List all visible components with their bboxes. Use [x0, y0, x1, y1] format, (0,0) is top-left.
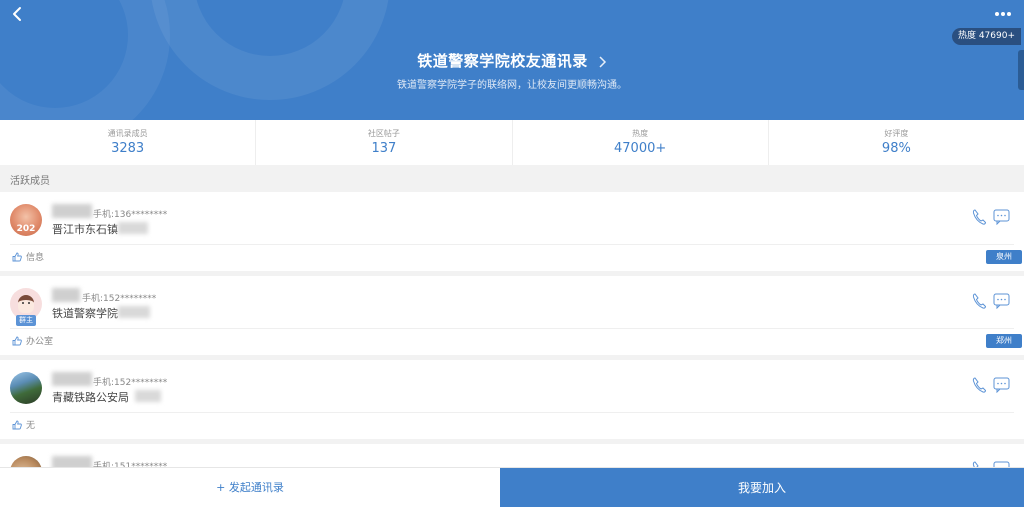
- back-chevron-icon[interactable]: [8, 4, 28, 24]
- member-org: 晋江市东石镇: [52, 223, 118, 236]
- more-dots-icon[interactable]: [992, 4, 1014, 24]
- member-card[interactable]: 手机:151********: [0, 444, 1024, 467]
- hot-badge: 热度 47690+: [951, 28, 1021, 45]
- city-tag[interactable]: 泉州: [986, 250, 1022, 264]
- member-card[interactable]: 群主 手机:152******** 铁道警察学院 办公室 郑州: [0, 276, 1024, 355]
- member-tag-row[interactable]: 无: [12, 418, 35, 431]
- member-org-redacted: [118, 222, 148, 234]
- stat-label: 社区帖子: [367, 129, 400, 138]
- member-org: 青藏铁路公安局: [52, 391, 129, 404]
- avatar[interactable]: [10, 456, 42, 467]
- phone-icon[interactable]: [972, 209, 986, 225]
- stat-members[interactable]: 通讯录成员 3283: [0, 120, 257, 165]
- section-label-active-members: 活跃成员: [10, 176, 50, 187]
- group-title: 铁道警察学院校友通讯录: [417, 52, 588, 70]
- city-tag[interactable]: 郑州: [986, 334, 1022, 348]
- member-card[interactable]: 手机:152******** 青藏铁路公安局 无: [0, 360, 1024, 439]
- member-name-redacted: [52, 372, 92, 386]
- chevron-right-icon: [599, 55, 606, 68]
- start-directory-button[interactable]: + 发起通讯录: [0, 468, 500, 507]
- stat-heat[interactable]: 热度 47000+: [513, 120, 769, 165]
- card-divider: [10, 328, 1014, 329]
- member-org-redacted: [135, 390, 161, 402]
- member-card[interactable]: 202 手机:136******** 晋江市东石镇 信息 泉州: [0, 192, 1024, 271]
- member-name-redacted: [52, 204, 92, 218]
- stat-value: 3283: [111, 141, 145, 156]
- phone-icon[interactable]: [972, 293, 986, 309]
- stat-value: 47000+: [614, 141, 667, 156]
- member-phone: 手机:136********: [93, 210, 168, 220]
- message-icon[interactable]: [993, 293, 1010, 309]
- phone-icon[interactable]: [972, 377, 986, 393]
- bottom-action-bar: + 发起通讯录 我要加入: [0, 467, 1024, 507]
- thumbs-up-icon: [12, 420, 22, 429]
- member-phone: 手机:152********: [93, 378, 168, 388]
- member-phone: 手机:151********: [93, 462, 168, 467]
- group-header: 热度 47690+ 铁道警察学院校友通讯录 铁道警察学院学子的联络网，让校友间更…: [0, 0, 1024, 120]
- member-tag-row[interactable]: 信息: [12, 250, 44, 263]
- stat-rating[interactable]: 好评度 98%: [769, 120, 1024, 165]
- card-divider: [10, 412, 1014, 413]
- member-name-redacted: [52, 288, 80, 302]
- group-title-link[interactable]: 铁道警察学院校友通讯录: [0, 50, 1024, 71]
- stats-bar: 通讯录成员 3283 社区帖子 137 热度 47000+ 好评度 98%: [0, 120, 1024, 165]
- avatar[interactable]: [10, 372, 42, 404]
- member-tag-row[interactable]: 办公室: [12, 334, 53, 347]
- member-tag: 无: [26, 421, 36, 431]
- message-icon[interactable]: [993, 209, 1010, 225]
- thumbs-up-icon: [12, 252, 22, 261]
- stat-posts[interactable]: 社区帖子 137: [256, 120, 513, 165]
- stat-value: 137: [371, 141, 397, 156]
- member-org-redacted: [118, 306, 150, 318]
- owner-badge: 群主: [16, 315, 36, 326]
- thumbs-up-icon: [12, 336, 22, 345]
- stat-label: 热度: [632, 129, 649, 138]
- member-tag: 信息: [26, 253, 45, 263]
- member-tag: 办公室: [26, 337, 54, 347]
- join-button[interactable]: 我要加入: [500, 468, 1024, 507]
- card-divider: [10, 244, 1014, 245]
- member-name-redacted: [52, 456, 92, 467]
- avatar[interactable]: 202: [10, 204, 42, 236]
- group-subtitle: 铁道警察学院学子的联络网，让校友间更顺畅沟通。: [397, 80, 627, 91]
- message-icon[interactable]: [993, 377, 1010, 393]
- stat-value: 98%: [881, 141, 911, 156]
- stat-label: 通讯录成员: [107, 129, 148, 138]
- member-org: 铁道警察学院: [52, 307, 118, 320]
- member-phone: 手机:152********: [82, 294, 157, 304]
- stat-label: 好评度: [884, 129, 909, 138]
